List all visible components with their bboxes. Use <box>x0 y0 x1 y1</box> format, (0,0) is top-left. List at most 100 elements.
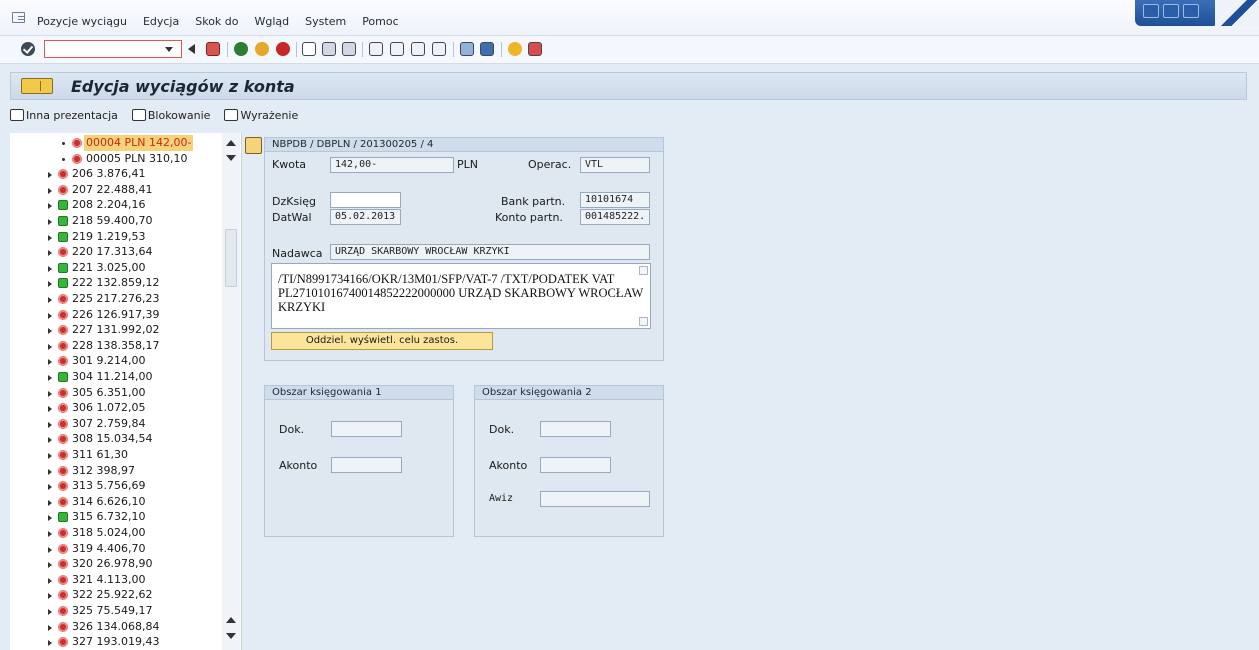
expand-arrow-icon[interactable] <box>48 515 52 522</box>
expand-arrow-icon[interactable] <box>48 624 52 631</box>
scroll-down-icon[interactable] <box>226 155 236 161</box>
tree-item[interactable]: 308 15.034,54 <box>10 431 220 447</box>
konto-partn-field[interactable]: 001485222. <box>580 209 650 225</box>
kwota-field[interactable]: 142,00- <box>330 157 454 173</box>
nadawca-field[interactable]: URZĄD SKARBOWY WROCŁAW KRZYKI <box>330 244 650 260</box>
tree-item[interactable]: 227 131.992,02 <box>10 322 220 338</box>
last-page-icon[interactable] <box>432 42 446 56</box>
exit-icon[interactable] <box>255 42 269 56</box>
scroll-up-icon[interactable] <box>639 266 648 275</box>
menu-item-skok-do[interactable]: Skok do <box>195 15 238 28</box>
expand-arrow-icon[interactable] <box>48 343 52 350</box>
find-icon[interactable] <box>322 42 336 56</box>
chevron-down-icon[interactable] <box>165 47 173 52</box>
dok-field[interactable] <box>540 421 611 437</box>
tree-item[interactable]: 220 17.313,64 <box>10 244 220 260</box>
expand-arrow-icon[interactable] <box>48 609 52 615</box>
tree-item[interactable]: 219 1.219,53 <box>10 229 220 245</box>
dzksieg-field[interactable] <box>330 192 401 208</box>
tree-scrollbar[interactable] <box>222 133 240 650</box>
expand-arrow-icon[interactable] <box>48 187 52 194</box>
tree-item[interactable]: 221 3.025,00 <box>10 260 220 276</box>
enter-check-icon[interactable] <box>21 42 35 56</box>
expand-arrow-icon[interactable] <box>48 297 52 303</box>
bank-partn-field[interactable]: 10101674 <box>580 192 650 208</box>
screen-icon[interactable] <box>21 78 53 94</box>
expand-arrow-icon[interactable] <box>48 359 52 366</box>
layout-menu-icon[interactable] <box>528 42 542 56</box>
tree-item[interactable]: 228 138.358,17 <box>10 338 220 354</box>
separate-display-button[interactable]: Oddziel. wyświetl. celu zastos. <box>271 332 493 350</box>
scroll-down-icon[interactable] <box>639 317 648 326</box>
tree-item[interactable]: 312 398,97 <box>10 463 220 479</box>
expand-arrow-icon[interactable] <box>48 375 52 381</box>
tree-item[interactable]: 226 126.917,39 <box>10 307 220 323</box>
tree-item[interactable]: 321 4.113,00 <box>10 572 220 588</box>
tree-item[interactable]: 318 5.024,00 <box>10 525 220 541</box>
expand-arrow-icon[interactable] <box>48 453 52 459</box>
expand-arrow-icon[interactable] <box>48 593 52 600</box>
first-page-icon[interactable] <box>369 42 383 56</box>
menu-item-edycja[interactable]: Edycja <box>143 15 179 28</box>
expand-arrow-icon[interactable] <box>48 499 52 506</box>
akonto-field[interactable] <box>331 457 402 473</box>
help-icon[interactable] <box>508 42 522 56</box>
expand-arrow-icon[interactable] <box>48 281 52 288</box>
command-field[interactable] <box>44 40 182 58</box>
tree-item[interactable]: 315 6.732,10 <box>10 509 220 525</box>
expand-arrow-icon[interactable] <box>48 468 52 475</box>
tree-item[interactable]: 225 217.276,23 <box>10 291 220 307</box>
menu-item-wglad[interactable]: Wgląd <box>255 15 290 28</box>
restore-icon[interactable] <box>1163 4 1179 18</box>
scroll-down-icon[interactable] <box>226 633 236 639</box>
tree-item[interactable]: 222 132.859,12 <box>10 275 220 291</box>
expand-arrow-icon[interactable] <box>48 234 52 241</box>
save-icon[interactable] <box>206 42 220 56</box>
back-icon[interactable] <box>234 42 248 56</box>
previous-page-icon[interactable] <box>390 42 404 56</box>
tree-item[interactable]: 218 59.400,70 <box>10 213 220 229</box>
tree-item[interactable]: 208 2.204,16 <box>10 197 220 213</box>
expand-arrow-icon[interactable] <box>48 406 52 413</box>
expand-arrow-icon[interactable] <box>48 390 52 397</box>
next-page-icon[interactable] <box>411 42 425 56</box>
tree-item[interactable]: 305 6.351,00 <box>10 385 220 401</box>
new-session-icon[interactable] <box>460 42 474 56</box>
tree-item[interactable]: 301 9.214,00 <box>10 353 220 369</box>
tree-item[interactable]: 325 75.549,17 <box>10 603 220 619</box>
expand-arrow-icon[interactable] <box>48 250 52 257</box>
find-next-icon[interactable] <box>342 42 356 56</box>
cancel-icon[interactable] <box>276 42 290 56</box>
expand-arrow-icon[interactable] <box>48 265 52 272</box>
expand-arrow-icon[interactable] <box>48 562 52 569</box>
tree-item[interactable]: 313 5.756,69 <box>10 478 220 494</box>
expand-arrow-icon[interactable] <box>48 312 52 319</box>
menu-item-pozycje[interactable]: Pozycje wyciągu <box>37 15 127 28</box>
expand-arrow-icon[interactable] <box>48 437 52 444</box>
scroll-up-icon[interactable] <box>226 617 236 623</box>
operac-field[interactable]: VTL <box>580 157 650 173</box>
dok-field[interactable] <box>331 421 402 437</box>
scroll-thumb[interactable] <box>225 229 237 287</box>
expand-arrow-icon[interactable] <box>48 546 52 553</box>
tree-item[interactable]: 307 2.759,84 <box>10 416 220 432</box>
expand-arrow-icon[interactable] <box>48 172 52 179</box>
expand-arrow-icon[interactable] <box>48 577 52 584</box>
expand-arrow-icon[interactable] <box>48 219 52 225</box>
shortcut-icon[interactable] <box>480 42 494 56</box>
blokowanie-button[interactable]: Blokowanie <box>131 109 210 122</box>
tree-item[interactable]: 320 26.978,90 <box>10 556 220 572</box>
menu-item-pomoc[interactable]: Pomoc <box>362 15 398 28</box>
wyrazenie-button[interactable]: Wyrażenie <box>224 109 298 122</box>
expand-arrow-icon[interactable] <box>48 531 52 537</box>
menu-item-system[interactable]: System <box>305 15 346 28</box>
expand-arrow-icon[interactable] <box>48 484 52 491</box>
expand-arrow-icon[interactable] <box>48 421 52 428</box>
minimize-icon[interactable] <box>1143 4 1159 18</box>
panel-toggle-icon[interactable] <box>245 137 262 154</box>
tree-item[interactable]: 327 193.019,43 <box>10 634 220 650</box>
tree-item[interactable]: 206 3.876,41 <box>10 166 220 182</box>
akonto-field[interactable] <box>540 457 611 473</box>
expand-arrow-icon[interactable] <box>48 328 52 335</box>
inna-prezentacja-button[interactable]: Inna prezentacja <box>10 109 118 122</box>
